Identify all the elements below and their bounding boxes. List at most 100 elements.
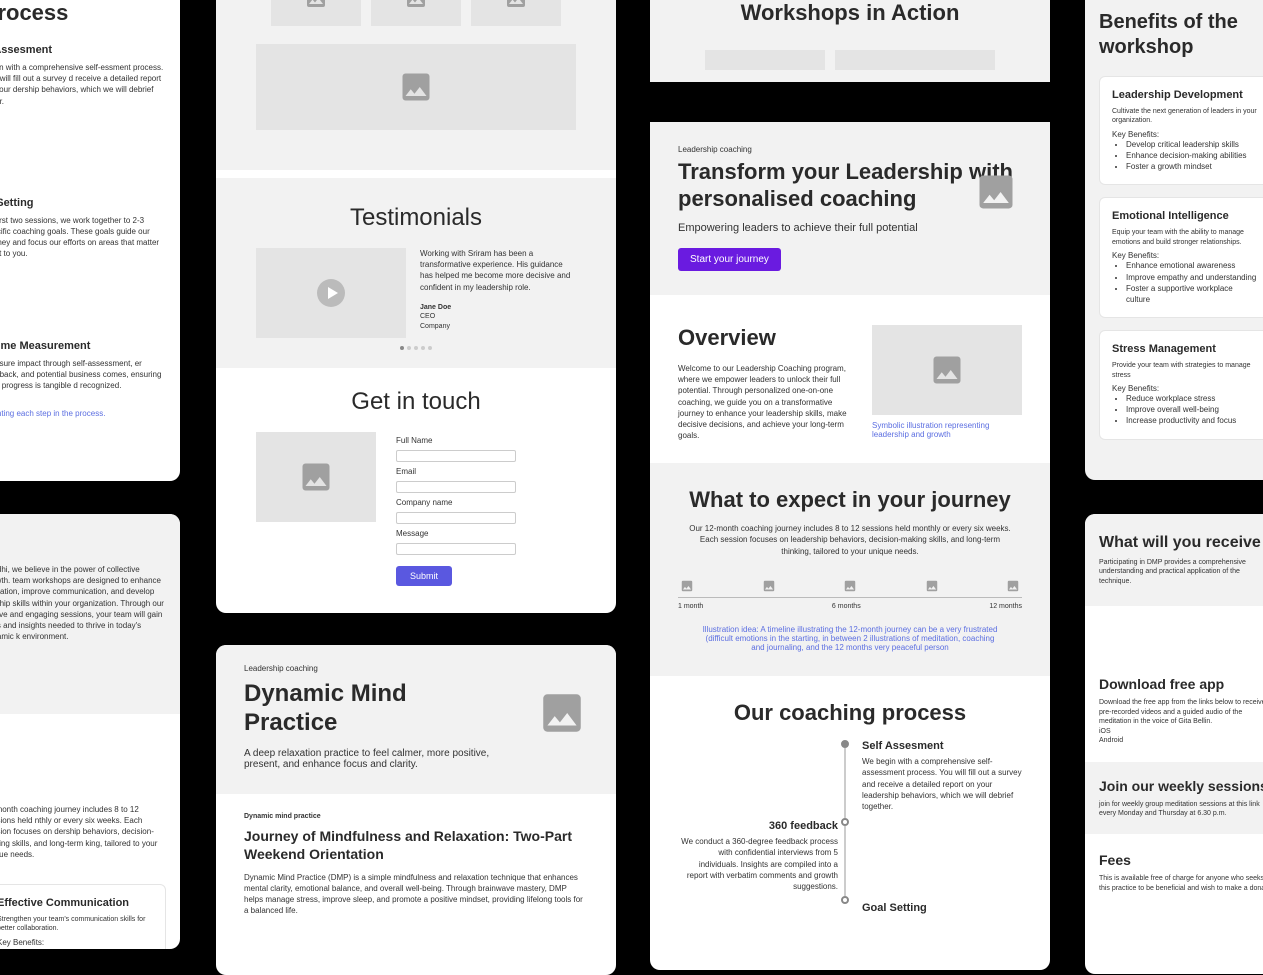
ec-body: Strengthen your team's communication ski… (0, 915, 153, 934)
wia-thumb-2 (835, 50, 995, 70)
expect-heading: What to expect in your journey (678, 487, 1022, 513)
p3-heading: Goal Setting (862, 902, 1022, 914)
overview-caption: Symbolic illustration representing leade… (872, 421, 1022, 439)
step1-body: begin with a comprehensive self-essment … (0, 62, 166, 107)
fees-body: This is available free of charge for any… (1099, 874, 1263, 893)
cn-input[interactable] (396, 512, 516, 524)
tl-img-3 (841, 579, 859, 593)
dmp-hero-image (532, 685, 592, 741)
tl-img-1 (678, 579, 696, 593)
card-testimonials: Testimonials Working with Sriram has bee… (216, 0, 616, 613)
dmp-h2: Journey of Mindfulness and Relaxation: T… (244, 827, 588, 863)
p2-body: We conduct a 360-degree feedback process… (678, 836, 838, 892)
kb1: Key Benefits: (1112, 130, 1258, 139)
kb2: Key Benefits: (1112, 251, 1258, 260)
testimonial-company: Company (420, 322, 576, 331)
gallery-thumb-2 (371, 0, 461, 26)
p1-heading: Self Assesment (862, 740, 1022, 752)
em-label: Email (396, 467, 576, 476)
effective-comm-card: Effective Communication Strengthen your … (0, 884, 166, 949)
receive-heading: What will you receive (1099, 534, 1263, 552)
dmp-subeye: Dynamic mind practice (244, 812, 588, 821)
overview-image (872, 325, 1022, 415)
gallery-thumb-1 (271, 0, 361, 26)
card-dmp: Leadership coaching Dynamic Mind Practic… (216, 645, 616, 975)
join-heading: Join our weekly sessions (1099, 778, 1263, 794)
gallery-thumb-3 (471, 0, 561, 26)
benefit-leadership: Leadership Development Cultivate the nex… (1099, 76, 1263, 185)
fn-label: Full Name (396, 436, 576, 445)
fn-input[interactable] (396, 450, 516, 462)
step1-heading: lf Assesment (0, 44, 166, 56)
em-input[interactable] (396, 481, 516, 493)
b3-heading: Stress Management (1112, 343, 1258, 355)
card-process: process lf Assesment begin with a compre… (0, 0, 180, 481)
testimonial-role: CEO (420, 312, 576, 321)
gallery-main (256, 44, 576, 130)
msg-input[interactable] (396, 543, 516, 555)
android-link[interactable]: Android (1099, 736, 1263, 745)
b1-body: Cultivate the next generation of leaders… (1112, 107, 1258, 126)
submit-button[interactable]: Submit (396, 566, 452, 586)
step3-heading: tcome Measurement (0, 340, 166, 352)
git-heading: Get in touch (256, 388, 576, 416)
testimonial-quote: Working with Sriram has been a transform… (420, 248, 576, 293)
benefit-ei: Emotional Intelligence Equip your team w… (1099, 197, 1263, 318)
play-icon[interactable] (317, 279, 345, 307)
process-note: esenting each step in the process. (0, 409, 166, 418)
tl-dot-1 (841, 740, 849, 748)
b2-body: Equip your team with the ability to mana… (1112, 228, 1258, 247)
contact-image (256, 432, 376, 522)
ios-link[interactable]: iOS (1099, 727, 1263, 736)
card-workshop-left: maidhi, we believe in the power of colle… (0, 514, 180, 949)
start-journey-button[interactable]: Start your journey (678, 248, 781, 271)
wia-heading: Workshops in Action (678, 0, 1022, 26)
process-heading-2: Our coaching process (678, 700, 1022, 726)
workshop-intro: maidhi, we believe in the power of colle… (0, 564, 166, 642)
p2-heading: 360 feedback (678, 820, 838, 832)
carousel-dots[interactable] (256, 346, 576, 350)
download-body: Download the free app from the links bel… (1099, 698, 1263, 726)
step3-body: measure impact through self-assessment, … (0, 358, 166, 392)
ec-heading: Effective Communication (0, 897, 153, 909)
coach-eyebrow: Leadership coaching (678, 144, 1022, 155)
overview-heading: Overview (678, 325, 856, 351)
step2-heading: al Setting (0, 197, 166, 209)
step2-body: he first two sessions, we work together … (0, 215, 166, 260)
card-coaching: Workshops in Action Leadership coaching … (650, 0, 1050, 970)
overview-body: Welcome to our Leadership Coaching progr… (678, 363, 856, 441)
receive-body: Participating in DMP provides a comprehe… (1099, 558, 1263, 586)
dmp-body: Dynamic Mind Practice (DMP) is a simple … (244, 872, 588, 917)
tl-img-4 (923, 579, 941, 593)
kb3: Key Benefits: (1112, 384, 1258, 393)
testimonials-heading: Testimonials (256, 204, 576, 232)
card-benefits: Benefits of the workshop Leadership Deve… (1085, 0, 1263, 480)
process-heading: process (0, 0, 166, 26)
wia-thumb-1 (705, 50, 825, 70)
b2-heading: Emotional Intelligence (1112, 210, 1258, 222)
b3-body: Provide your team with strategies to man… (1112, 361, 1258, 380)
benefits-heading: Benefits of the workshop (1099, 10, 1263, 60)
cn-label: Company name (396, 498, 576, 507)
b1-heading: Leadership Development (1112, 89, 1258, 101)
workshop-journey: 12-month coaching journey includes 8 to … (0, 804, 166, 860)
msg-label: Message (396, 529, 576, 538)
coach-sub: Empowering leaders to achieve their full… (678, 222, 1022, 234)
tl-img-2 (760, 579, 778, 593)
dmp-heading: Dynamic Mind Practice (244, 680, 424, 738)
expect-body: Our 12-month coaching journey includes 8… (678, 523, 1022, 557)
tl-12months: 12 months (989, 602, 1022, 611)
dmp-eyebrow: Leadership coaching (244, 663, 588, 674)
kb-label: Key Benefits: (0, 938, 153, 947)
illustration-note: Illustration idea: A timeline illustrati… (678, 625, 1022, 652)
testimonial-video[interactable] (256, 248, 406, 338)
download-heading: Download free app (1099, 676, 1263, 692)
card-receive: What will you receive Participating in D… (1085, 514, 1263, 974)
p1-body: We begin with a comprehensive self-asses… (862, 756, 1022, 812)
testimonial-name: Jane Doe (420, 303, 576, 312)
coach-hero-image (966, 166, 1026, 218)
dmp-sub: A deep relaxation practice to feel calme… (244, 748, 504, 770)
join-body: join for weekly group meditation session… (1099, 800, 1263, 819)
benefit-stress: Stress Management Provide your team with… (1099, 330, 1263, 439)
tl-6months: 6 months (832, 602, 861, 611)
